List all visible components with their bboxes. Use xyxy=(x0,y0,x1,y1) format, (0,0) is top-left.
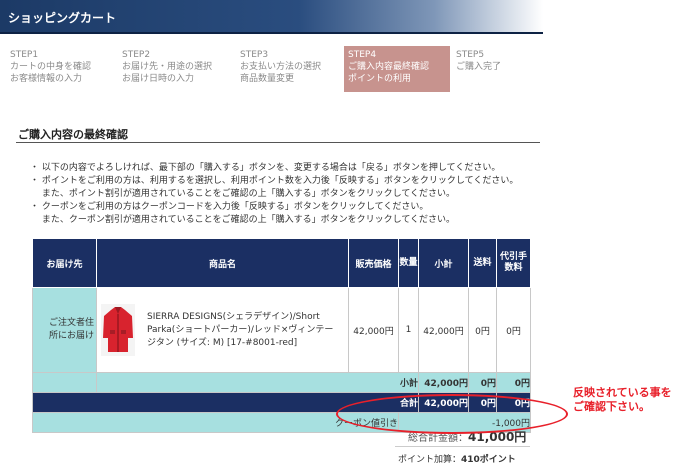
step-4-active: STEP4 ご購入内容最終確認 ポイントの利用 xyxy=(344,46,450,92)
step-2-line-2: お届け日時の入力 xyxy=(122,74,195,84)
annotation-line-1: 反映されている事を xyxy=(573,386,672,399)
subtotal-cod-fee: 0円 xyxy=(496,372,531,393)
step-5-line-1: ご購入完了 xyxy=(456,62,502,72)
subtotal-cell: 42,000円 xyxy=(418,287,469,373)
qty-cell: 1 xyxy=(398,287,419,373)
points-earned: ポイント加算：410ポイント xyxy=(398,452,516,465)
col-header-cod-fee: 代引手数料 xyxy=(496,238,531,288)
step-2: STEP2 お届け先・用途の選択 お届け日時の入力 xyxy=(118,46,232,92)
header-stripe xyxy=(0,32,543,34)
step-2-label: STEP2 xyxy=(122,50,151,60)
step-4-line-2: ポイントの利用 xyxy=(348,74,412,84)
section-title: ご購入内容の最終確認 xyxy=(18,128,128,141)
shipping-cell: 0円 xyxy=(468,287,497,373)
col-header-subtotal: 小計 xyxy=(418,238,469,288)
grand-total-label: 総合計金額： xyxy=(408,433,468,444)
annotation-line-2: ご確認下さい。 xyxy=(573,400,650,413)
section-divider xyxy=(16,142,540,143)
step-1-line-1: カートの中身を確認 xyxy=(10,62,92,72)
step-3: STEP3 お支払い方法の選択 商品数量変更 xyxy=(236,46,342,92)
cod-fee-cell: 0円 xyxy=(496,287,531,373)
jacket-image-icon xyxy=(101,304,135,356)
step-3-label: STEP3 xyxy=(240,50,269,60)
col-header-dest: お届け先 xyxy=(32,238,97,288)
subtotal-value: 42,000円 xyxy=(418,372,469,393)
sum-dest-spacer xyxy=(32,372,97,393)
product-thumbnail[interactable] xyxy=(101,304,135,356)
step-1-label: STEP1 xyxy=(10,50,39,60)
points-label: ポイント加算： xyxy=(398,455,462,465)
annotation-note: 反映されている事を ご確認下さい。 xyxy=(573,386,672,414)
table-row: ご注文者住所にお届け SIERRA DESIGNS(シェラデザイン)/Short… xyxy=(32,287,531,373)
subtotal-label: 小計 xyxy=(96,372,419,393)
instruction-line: ・ 以下の内容でよろしければ、最下部の「購入する」ボタンを、変更する場合は「戻る… xyxy=(30,163,501,173)
subtotal-row: 小計 42,000円 0円 0円 xyxy=(32,372,531,393)
cart-header-bar: ショッピングカート xyxy=(0,0,543,34)
col-header-qty: 数量 xyxy=(398,238,419,288)
cart-title: ショッピングカート xyxy=(8,11,117,25)
product-cell: SIERRA DESIGNS(シェラデザイン)/Short Parka(ショート… xyxy=(96,287,349,373)
step-1: STEP1 カートの中身を確認 お客様情報の入力 xyxy=(6,46,114,92)
step-1-line-2: お客様情報の入力 xyxy=(10,74,83,84)
product-name[interactable]: SIERRA DESIGNS(シェラデザイン)/Short Parka(ショート… xyxy=(135,311,342,350)
step-2-line-1: お届け先・用途の選択 xyxy=(122,62,213,72)
step-5: STEP5 ご購入完了 xyxy=(452,46,542,92)
step-5-label: STEP5 xyxy=(456,50,485,60)
points-value: 410ポイント xyxy=(461,455,516,465)
instruction-line: また、クーポン割引が適用されていることをご確認の上「購入する」ボタンをクリックし… xyxy=(30,215,456,225)
table-header-row: お届け先 商品名 販売価格 数量 小計 送料 代引手数料 xyxy=(32,238,531,288)
step-3-line-2: 商品数量変更 xyxy=(240,74,295,84)
col-header-shipping: 送料 xyxy=(468,238,497,288)
dest-cell: ご注文者住所にお届け xyxy=(32,287,97,373)
instructions: ・ 以下の内容でよろしければ、最下部の「購入する」ボタンを、変更する場合は「戻る… xyxy=(30,162,540,227)
step-4-line-1: ご購入内容最終確認 xyxy=(348,62,430,72)
instruction-line: また、ポイント割引が適用されていることをご確認の上「購入する」ボタンをクリックし… xyxy=(30,189,456,199)
col-header-product: 商品名 xyxy=(96,238,349,288)
price-cell: 42,000円 xyxy=(348,287,399,373)
grand-total-divider xyxy=(395,446,530,447)
instruction-line: ・ クーポンをご利用の方はクーポンコードを入力後「反映する」ボタンをクリックして… xyxy=(30,202,429,212)
col-header-price: 販売価格 xyxy=(348,238,399,288)
instruction-line: ・ ポイントをご利用の方は、利用するを選択し、利用ポイント数を入力後「反映する」… xyxy=(30,176,519,186)
highlight-ellipse xyxy=(336,394,568,434)
step-3-line-1: お支払い方法の選択 xyxy=(240,62,322,72)
checkout-steps: STEP1 カートの中身を確認 お客様情報の入力 STEP2 お届け先・用途の選… xyxy=(6,46,542,92)
subtotal-shipping: 0円 xyxy=(468,372,497,393)
dest-text: ご注文者住所にお届け xyxy=(49,318,95,341)
step-4-label: STEP4 xyxy=(348,50,377,60)
